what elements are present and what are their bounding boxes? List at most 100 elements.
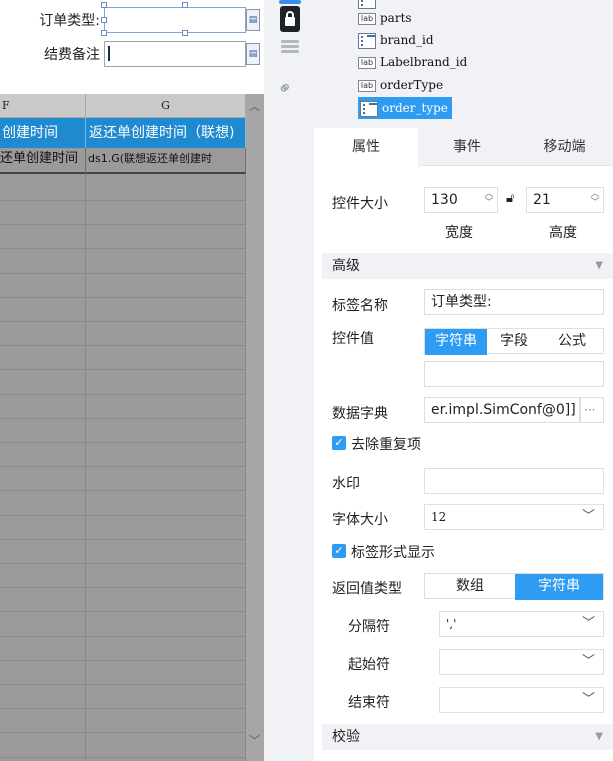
grid-row-line — [0, 248, 246, 249]
spreadsheet[interactable]: F G 创建时间 返还单创建时间（联想) 还单创建时间 ds1.G(联想返还单创… — [0, 94, 264, 761]
height-caption: 高度 — [549, 225, 577, 241]
grid-row-line — [0, 757, 246, 758]
lock-icon[interactable] — [280, 6, 300, 32]
scroll-up-icon[interactable]: ︿ — [249, 98, 260, 114]
grid-row-line — [0, 442, 246, 443]
column-header-g[interactable]: G — [86, 94, 246, 118]
grid-row-line — [0, 466, 246, 467]
spinner-icon[interactable]: ︿ ﹀ — [589, 190, 601, 210]
layers-icon[interactable] — [281, 40, 299, 54]
scroll-down-icon[interactable]: ﹀ — [249, 732, 260, 748]
fee-note-input[interactable] — [104, 41, 246, 67]
sheet-data-cell[interactable]: ds1.G(联想返还单创建时 — [86, 148, 246, 174]
grid-row-line — [0, 224, 246, 225]
watermark-label: 水印 — [332, 476, 360, 492]
tree-item-ordertype[interactable]: lab orderType — [358, 75, 443, 95]
data-dict-label: 数据字典 — [332, 406, 388, 422]
widget-value-label: 控件值 — [332, 331, 374, 347]
grid-row-line — [0, 587, 246, 588]
order-type-label: 订单类型: — [39, 13, 100, 29]
end-char-select[interactable]: ﹀ — [439, 687, 604, 713]
mode-formula[interactable]: 公式 — [541, 329, 603, 355]
grid-row-line — [0, 273, 246, 274]
unlock-icon[interactable]: 🔓︎ — [506, 191, 514, 206]
widget-value-input[interactable] — [424, 361, 604, 387]
grid-row-line — [0, 394, 246, 395]
grid-row-line — [0, 345, 246, 346]
side-toolbar: ⚭ — [264, 0, 314, 761]
grid-row-line — [0, 611, 246, 612]
resize-handle[interactable] — [101, 17, 107, 23]
grid-row-line — [0, 708, 246, 709]
start-char-label: 起始符 — [348, 657, 390, 673]
report-designer-canvas: 订单类型: ▤ 结费备注 ▤ F G 创建时间 返还单创建时间（联想) 还单创建… — [0, 0, 264, 761]
validate-section[interactable]: 校验 ▼ — [322, 724, 613, 750]
mode-field[interactable]: 字段 — [487, 329, 541, 355]
chevron-down-icon: ﹀ — [581, 654, 595, 669]
separator-label: 分隔符 — [348, 619, 390, 635]
tree-item-brand-id[interactable]: brand_id — [358, 30, 434, 50]
fee-note-label: 结费备注 — [44, 47, 100, 63]
tree-item-parts[interactable]: lab parts — [358, 8, 412, 28]
start-char-select[interactable]: ﹀ — [439, 649, 604, 675]
column-header-f[interactable]: F — [0, 94, 86, 118]
tab-properties[interactable]: 属性 — [314, 128, 418, 166]
column-divider — [85, 174, 86, 761]
grid-row-line — [0, 660, 246, 661]
return-type-label: 返回值类型 — [332, 581, 402, 597]
watermark-input[interactable] — [424, 468, 604, 494]
width-input[interactable]: 130 ︿ ﹀ — [424, 187, 498, 213]
advanced-section[interactable]: 高级 ▼ — [322, 253, 613, 279]
data-dict-input[interactable]: er.impl.SimConf@0]] — [424, 397, 580, 423]
tag-style-label: 标签形式显示 — [351, 545, 435, 561]
return-type-array[interactable]: 数组 — [425, 574, 515, 600]
link-icon[interactable]: ⚭ — [273, 76, 298, 102]
sheet-scrollbar[interactable]: ︿ ﹀ — [246, 94, 264, 761]
input-icon — [358, 32, 376, 49]
mode-string[interactable]: 字符串 — [425, 329, 487, 355]
grid-row-line — [0, 200, 246, 201]
spinner-icon[interactable]: ︿ ﹀ — [483, 190, 495, 210]
sheet-data-cell[interactable]: 还单创建时间 — [0, 148, 86, 174]
resize-handle[interactable] — [101, 30, 107, 36]
input-icon — [360, 100, 378, 117]
tab-events[interactable]: 事件 — [418, 128, 516, 166]
height-input[interactable]: 21 ︿ ﹀ — [526, 187, 604, 213]
end-char-label: 结束符 — [348, 695, 390, 711]
fee-note-row: 结费备注 — [0, 41, 264, 67]
chevron-down-icon: ▼ — [595, 260, 603, 271]
resize-handle[interactable] — [182, 30, 188, 36]
tree-item-order-type[interactable]: order_type — [358, 97, 452, 119]
sheet-header-cell[interactable]: 返还单创建时间（联想) — [86, 118, 246, 148]
dedupe-label: 去除重复项 — [351, 437, 421, 453]
data-dict-more-button[interactable]: ··· — [580, 397, 604, 423]
chevron-down-icon: ﹀ — [581, 692, 595, 707]
return-type-switch: 数组 字符串 — [424, 573, 604, 600]
resize-handle[interactable] — [101, 2, 107, 8]
width-caption: 宽度 — [445, 225, 473, 241]
tab-mobile[interactable]: 移动端 — [516, 128, 613, 166]
dict-button-icon[interactable]: ▤ — [246, 43, 260, 65]
tag-name-label: 标签名称 — [332, 298, 388, 314]
chevron-down-icon: ▼ — [595, 731, 603, 742]
chevron-down-icon: ﹀ — [581, 616, 595, 631]
tag-style-checkbox[interactable]: ✓ — [332, 544, 346, 558]
separator-select[interactable]: ',' ﹀ — [439, 611, 604, 637]
dict-button-icon[interactable]: ▤ — [246, 9, 260, 31]
return-type-string[interactable]: 字符串 — [515, 574, 603, 600]
chevron-down-icon: ﹀ — [581, 509, 595, 524]
active-indicator — [279, 0, 301, 4]
dedupe-checkbox[interactable]: ✓ — [332, 436, 346, 450]
resize-handle[interactable] — [182, 2, 188, 8]
label-icon: lab — [358, 56, 376, 69]
grid-row-line — [0, 515, 246, 516]
font-size-label: 字体大小 — [332, 512, 388, 528]
tree-item-labelbrand-id[interactable]: lab Labelbrand_id — [358, 52, 467, 72]
sheet-header-cell[interactable]: 创建时间 — [0, 118, 86, 148]
order-type-input[interactable] — [104, 7, 246, 33]
label-icon: lab — [358, 79, 376, 92]
widget-tree: lab parts brand_id lab Labelbrand_id lab or… — [314, 0, 613, 128]
font-size-select[interactable]: 12 ﹀ — [424, 504, 604, 530]
grid-row-line — [0, 539, 246, 540]
tag-name-input[interactable]: 订单类型: — [424, 289, 604, 315]
